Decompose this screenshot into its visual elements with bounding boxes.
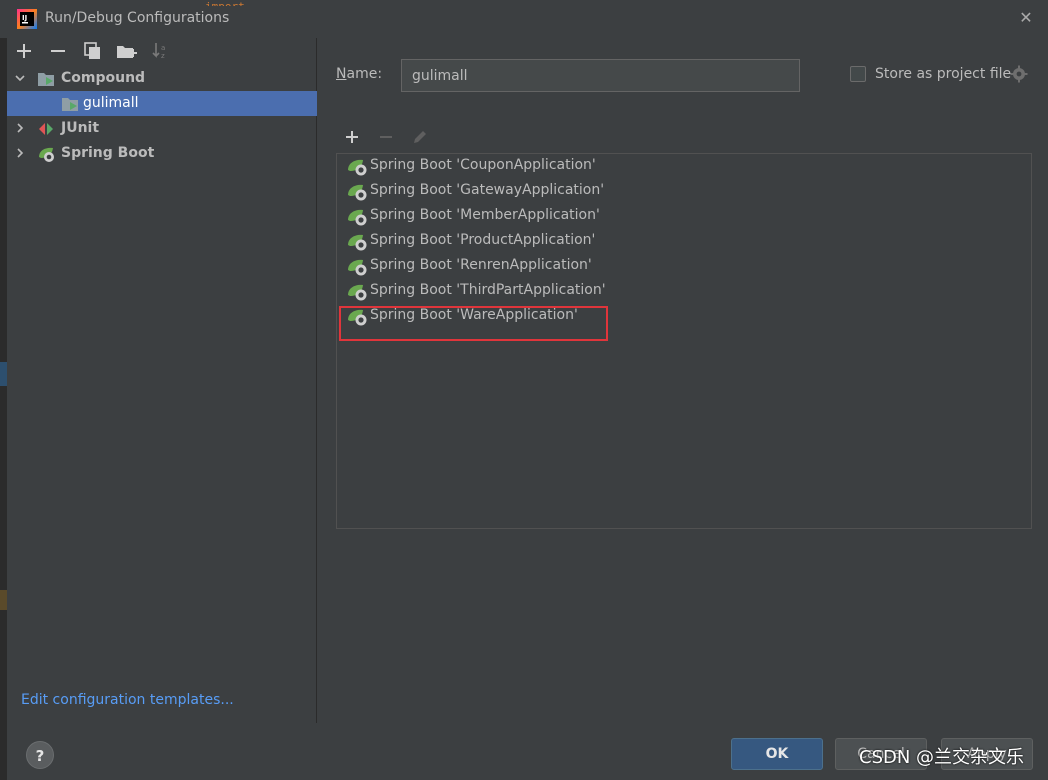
tree-item-label: Spring Boot bbox=[61, 145, 155, 161]
svg-text:IJ: IJ bbox=[22, 14, 27, 22]
list-toolbar bbox=[336, 127, 456, 149]
chevron-right-icon[interactable] bbox=[15, 148, 25, 158]
copy-icon[interactable] bbox=[81, 40, 103, 62]
edit-icon[interactable] bbox=[410, 127, 430, 147]
config-details-panel: Name: Store as project file Spring Boot … bbox=[318, 38, 1048, 723]
spring-boot-icon bbox=[39, 147, 54, 162]
editor-code-peek: import ... bbox=[205, 0, 385, 6]
tree-toolbar: a z bbox=[7, 38, 317, 66]
window-title: Run/Debug Configurations bbox=[45, 10, 230, 26]
spring-boot-icon bbox=[348, 234, 367, 251]
dialog-button-bar: ? OK Cancel Apply CSDN @兰交杂文乐 bbox=[7, 723, 1048, 780]
spring-boot-icon bbox=[348, 159, 367, 176]
name-input[interactable] bbox=[401, 59, 800, 92]
spring-boot-icon bbox=[348, 284, 367, 301]
list-item-label: Spring Boot 'RenrenApplication' bbox=[370, 257, 592, 273]
help-button[interactable]: ? bbox=[26, 741, 54, 769]
name-label-mnemonic: N bbox=[336, 66, 347, 82]
gear-icon[interactable] bbox=[1010, 65, 1028, 83]
list-item[interactable]: Spring Boot 'ThirdPartApplication' bbox=[347, 279, 947, 304]
run-configurations-list: Spring Boot 'CouponApplication' Spring B… bbox=[336, 153, 1032, 529]
spring-boot-icon bbox=[348, 259, 367, 276]
list-item[interactable]: Spring Boot 'RenrenApplication' bbox=[347, 254, 947, 279]
remove-icon[interactable] bbox=[47, 40, 69, 62]
tree-item-label: gulimall bbox=[83, 95, 139, 111]
spring-boot-icon bbox=[348, 184, 367, 201]
spring-boot-icon bbox=[348, 209, 367, 226]
chevron-down-icon[interactable] bbox=[15, 73, 25, 83]
sort-icon[interactable]: a z bbox=[149, 40, 171, 62]
list-item[interactable]: Spring Boot 'ProductApplication' bbox=[347, 229, 947, 254]
tree-item-spring-boot[interactable]: Spring Boot bbox=[7, 141, 317, 166]
list-item[interactable]: Spring Boot 'CouponApplication' bbox=[347, 154, 947, 179]
list-item[interactable]: Spring Boot 'MemberApplication' bbox=[347, 204, 947, 229]
title-bar: import ... IJ Run/Debug Configurations ✕ bbox=[0, 0, 1048, 38]
close-icon[interactable]: ✕ bbox=[1016, 8, 1036, 28]
chevron-right-icon[interactable] bbox=[15, 123, 25, 133]
list-item-label: Spring Boot 'CouponApplication' bbox=[370, 157, 596, 173]
list-item-label: Spring Boot 'MemberApplication' bbox=[370, 207, 600, 223]
tree-item-label: JUnit bbox=[61, 120, 100, 136]
editor-edge-mark bbox=[0, 362, 7, 386]
svg-text:a: a bbox=[161, 44, 165, 52]
list-item-label: Spring Boot 'ThirdPartApplication' bbox=[370, 282, 606, 298]
tree-item-gulimall[interactable]: gulimall bbox=[7, 91, 317, 116]
store-as-project-file-label[interactable]: Store as project file bbox=[875, 66, 1011, 82]
add-icon[interactable] bbox=[13, 40, 35, 62]
tree-item-label: Compound bbox=[61, 70, 146, 86]
config-tree-panel: a z Compound gulimall JUnit Spring Boot … bbox=[7, 38, 317, 723]
compound-run-icon bbox=[62, 98, 78, 111]
remove-icon[interactable] bbox=[376, 127, 396, 147]
annotation-highlight-box bbox=[339, 306, 608, 341]
tree-item-compound[interactable]: Compound bbox=[7, 66, 317, 91]
name-label-rest: ame: bbox=[346, 66, 383, 82]
junit-icon bbox=[39, 123, 53, 135]
add-icon[interactable] bbox=[342, 127, 362, 147]
edit-templates-link[interactable]: Edit configuration templates... bbox=[21, 692, 234, 708]
svg-text:z: z bbox=[161, 52, 165, 60]
new-folder-icon[interactable] bbox=[115, 40, 137, 62]
intellij-app-icon: IJ bbox=[17, 9, 37, 29]
list-item-label: Spring Boot 'ProductApplication' bbox=[370, 232, 596, 248]
list-item[interactable]: Spring Boot 'GatewayApplication' bbox=[347, 179, 947, 204]
compound-icon bbox=[38, 73, 54, 86]
tree-item-junit[interactable]: JUnit bbox=[7, 116, 317, 141]
watermark-text: CSDN @兰交杂文乐 bbox=[859, 747, 1025, 768]
ok-button[interactable]: OK bbox=[731, 738, 823, 770]
list-item-label: Spring Boot 'GatewayApplication' bbox=[370, 182, 605, 198]
store-as-project-file-checkbox[interactable] bbox=[850, 66, 866, 82]
editor-edge-strip bbox=[0, 38, 7, 780]
editor-edge-mark bbox=[0, 590, 7, 610]
name-label: Name: bbox=[336, 66, 382, 82]
